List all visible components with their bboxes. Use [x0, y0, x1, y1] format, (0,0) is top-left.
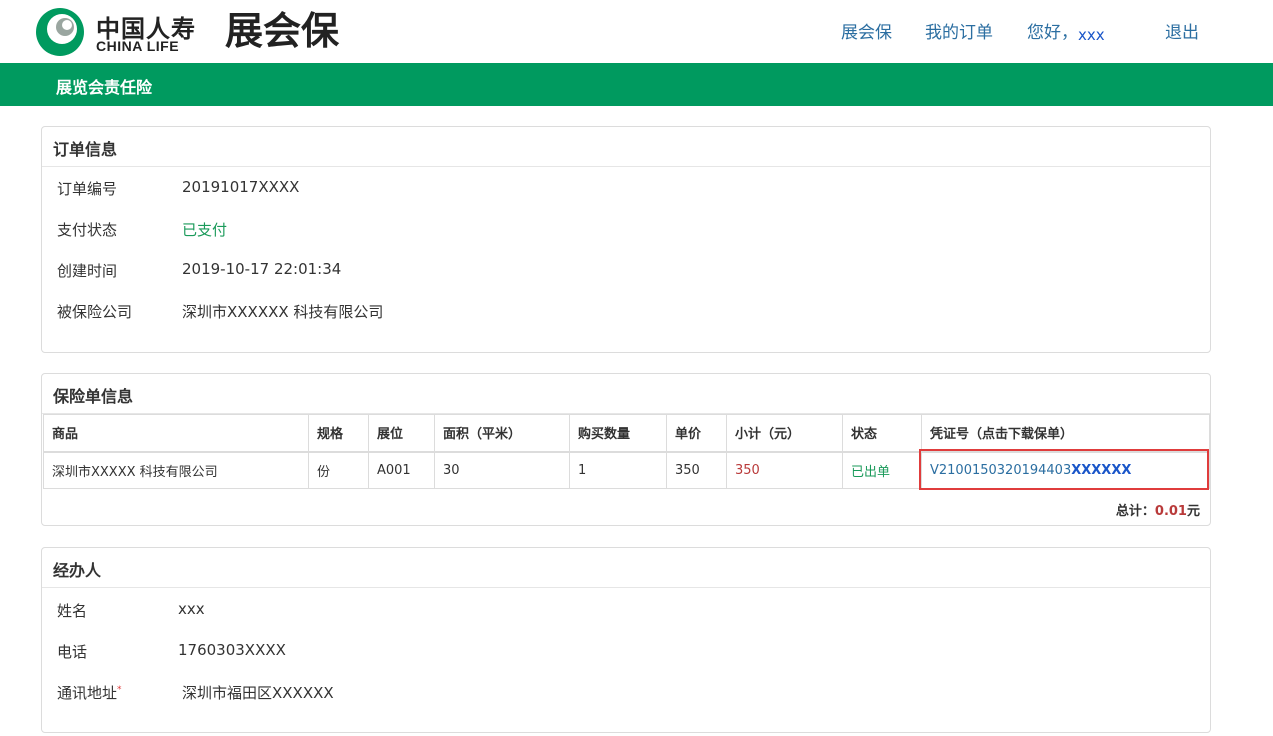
greeting-text: 您好，	[1027, 23, 1078, 43]
total-label: 总计：	[1115, 504, 1155, 519]
agent-address-label-text: 通讯地址	[57, 684, 118, 702]
policy-info-panel: 保险单信息 商品 规格 展位 面积（平米） 购买数量 单价 小计（元） 状态 凭…	[41, 373, 1211, 526]
order-number-value: 20191017XXXX	[182, 178, 300, 196]
insured-company-value: 深圳市XXXXXX 科技有限公司	[182, 303, 384, 321]
col-unit-price: 单价	[666, 414, 727, 453]
created-time-label: 创建时间	[57, 262, 118, 280]
page-title-bar: 展览会责任险	[0, 63, 1273, 106]
agent-panel: 经办人 姓名 xxx 电话 1760303XXXX 通讯地址* 深圳市福田区XX…	[41, 547, 1211, 733]
brand-en-name: CHINA LIFE	[96, 38, 180, 54]
cell-certificate: V2100150320194403XXXXXX	[921, 451, 1210, 489]
agent-address-value: 深圳市福田区XXXXXX	[182, 684, 334, 702]
agent-phone-value: 1760303XXXX	[178, 641, 286, 659]
agent-name-value: xxx	[178, 600, 205, 618]
table-header-row: 商品 规格 展位 面积（平米） 购买数量 单价 小计（元） 状态 凭证号（点击下…	[43, 414, 1210, 453]
insured-company-label: 被保险公司	[57, 303, 133, 321]
china-life-emblem-icon	[36, 8, 84, 56]
product-name: 展会保	[225, 9, 340, 53]
col-spec: 规格	[308, 414, 369, 453]
cell-unit-price: 350	[666, 451, 727, 489]
total-row: 总计：0.01元	[1116, 500, 1200, 519]
total-unit: 元	[1186, 504, 1200, 519]
cert-prefix: V2100150320194403	[930, 462, 1072, 478]
nav-home-link[interactable]: 展会保	[841, 18, 892, 43]
cell-booth: A001	[368, 451, 435, 489]
cell-qty: 1	[569, 451, 667, 489]
user-name[interactable]: xxx	[1078, 26, 1105, 44]
payment-status-label: 支付状态	[57, 221, 118, 239]
top-header: 中国人寿 CHINA LIFE 展会保 展会保 我的订单 您好，xxx 退出	[0, 0, 1273, 63]
col-certificate: 凭证号（点击下载保单）	[921, 414, 1210, 453]
certificate-download-link[interactable]: V2100150320194403XXXXXX	[930, 463, 1131, 478]
agent-phone-label: 电话	[57, 643, 88, 661]
col-subtotal: 小计（元）	[726, 414, 843, 453]
page-title: 展览会责任险	[56, 78, 153, 97]
cell-status: 已出单	[842, 451, 922, 489]
cell-area: 30	[434, 451, 570, 489]
logout-link[interactable]: 退出	[1165, 18, 1199, 43]
order-info-title: 订单信息	[42, 127, 1210, 167]
agent-title: 经办人	[42, 548, 1210, 588]
col-booth: 展位	[368, 414, 435, 453]
col-status: 状态	[842, 414, 922, 453]
policy-info-title: 保险单信息	[42, 374, 1210, 414]
table-row: 深圳市XXXXX 科技有限公司 份 A001 30 1 350 350 已出单 …	[43, 451, 1210, 489]
nav-user-greeting: 您好，xxx	[1027, 18, 1105, 44]
cell-spec: 份	[308, 451, 369, 489]
agent-address-label: 通讯地址*	[57, 682, 122, 703]
policy-table: 商品 规格 展位 面积（平米） 购买数量 单价 小计（元） 状态 凭证号（点击下…	[43, 414, 1210, 489]
cell-subtotal: 350	[726, 451, 843, 489]
payment-status-value: 已支付	[182, 221, 228, 239]
cell-product: 深圳市XXXXX 科技有限公司	[43, 451, 309, 489]
order-number-label: 订单编号	[57, 180, 118, 198]
cert-suffix: XXXXXX	[1071, 462, 1132, 478]
col-area: 面积（平米）	[434, 414, 570, 453]
created-time-value: 2019-10-17 22:01:34	[182, 260, 342, 278]
order-info-panel: 订单信息 订单编号 20191017XXXX 支付状态 已支付 创建时间 201…	[41, 126, 1211, 353]
nav-orders-link[interactable]: 我的订单	[925, 18, 993, 43]
col-qty: 购买数量	[569, 414, 667, 453]
col-product: 商品	[43, 414, 309, 453]
agent-name-label: 姓名	[57, 602, 88, 620]
required-mark: *	[117, 685, 122, 695]
total-amount: 0.01	[1154, 504, 1187, 519]
